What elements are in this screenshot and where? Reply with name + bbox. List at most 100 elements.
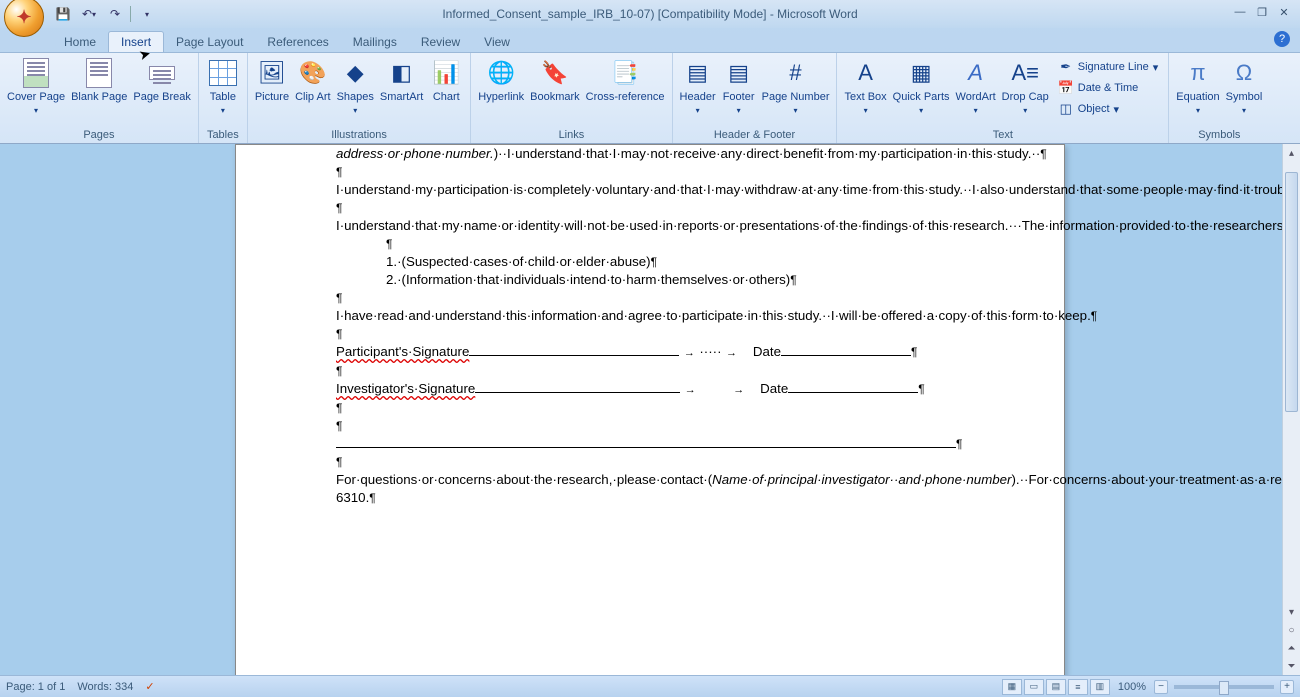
tab-review[interactable]: Review xyxy=(409,32,472,52)
web-layout-view-icon[interactable]: ▤ xyxy=(1046,679,1066,695)
document-area: address·or·phone·number.)··I·understand·… xyxy=(0,144,1300,675)
header-icon: ▤ xyxy=(682,57,714,89)
doc-line-3: I·understand·that·my·name·or·identity·wi… xyxy=(336,218,1282,233)
sig-date-2: Date xyxy=(760,381,788,396)
save-icon[interactable]: 💾 xyxy=(52,3,74,25)
date-time-button[interactable]: 📅Date & Time xyxy=(1054,78,1162,98)
print-layout-view-icon[interactable]: ▦ xyxy=(1002,679,1022,695)
page-break-button[interactable]: Page Break xyxy=(130,55,193,105)
doc-list-2: 2.·(Information·that·individuals·intend·… xyxy=(386,272,790,287)
minimize-button[interactable]: — xyxy=(1230,4,1250,20)
select-browse-icon[interactable]: ○ xyxy=(1288,621,1296,639)
proofing-icon[interactable]: ✓ xyxy=(145,680,154,693)
object-button[interactable]: ◫Object ▾ xyxy=(1054,99,1162,119)
office-logo-icon: ✦ xyxy=(16,7,31,28)
hyperlink-button[interactable]: 🌐Hyperlink xyxy=(475,55,527,105)
doc-line-1a: address·or·phone·number. xyxy=(336,146,494,161)
quick-parts-button[interactable]: ▦Quick Parts xyxy=(890,55,953,119)
symbol-button[interactable]: ΩSymbol xyxy=(1223,55,1266,119)
cover-page-button[interactable]: Cover Page xyxy=(4,55,68,119)
page[interactable]: address·or·phone·number.)··I·understand·… xyxy=(235,144,1065,675)
undo-icon[interactable]: ↶▾ xyxy=(78,3,100,25)
smartart-button[interactable]: ◧SmartArt xyxy=(377,55,426,105)
tab-references[interactable]: References xyxy=(255,32,340,52)
header-button[interactable]: ▤Header xyxy=(677,55,719,119)
clip-art-icon: 🎨 xyxy=(297,57,329,89)
vertical-scrollbar[interactable]: ▴ ▾ ○ ⏶ ⏷ xyxy=(1282,144,1300,675)
qat-customize-icon[interactable] xyxy=(135,3,157,25)
tab-home[interactable]: Home xyxy=(52,32,108,52)
group-label-tables: Tables xyxy=(203,127,243,143)
document-scroll[interactable]: address·or·phone·number.)··I·understand·… xyxy=(0,144,1282,675)
group-tables: Table Tables xyxy=(199,53,248,143)
scroll-down-icon[interactable]: ▾ xyxy=(1283,603,1300,621)
bookmark-button[interactable]: 🔖Bookmark xyxy=(527,55,583,105)
drop-cap-button[interactable]: A≡Drop Cap xyxy=(999,55,1052,119)
page-number-button[interactable]: #Page Number xyxy=(759,55,833,119)
signature-line-button[interactable]: ✒Signature Line ▾ xyxy=(1054,57,1162,77)
group-symbols: πEquation ΩSymbol Symbols xyxy=(1169,53,1269,143)
qat-separator xyxy=(130,6,131,22)
sig-date-1: Date xyxy=(753,344,781,359)
zoom-level[interactable]: 100% xyxy=(1118,681,1146,693)
table-button[interactable]: Table xyxy=(203,55,243,119)
help-icon[interactable]: ? xyxy=(1274,31,1290,47)
wordart-button[interactable]: AWordArt xyxy=(953,55,999,119)
group-text: AText Box ▦Quick Parts AWordArt A≡Drop C… xyxy=(837,53,1169,143)
picture-button[interactable]: 🖼Picture xyxy=(252,55,292,105)
equation-icon: π xyxy=(1182,57,1214,89)
group-links: 🌐Hyperlink 🔖Bookmark 📑Cross-reference Li… xyxy=(471,53,672,143)
zoom-slider[interactable] xyxy=(1174,685,1274,689)
text-box-button[interactable]: AText Box xyxy=(841,55,889,119)
tab-page-layout[interactable]: Page Layout xyxy=(164,32,255,52)
window-title: Informed_Consent_sample_IRB_10-07) [Comp… xyxy=(0,7,1300,21)
blank-page-button[interactable]: Blank Page xyxy=(68,55,130,105)
ribbon-tabs: Home Insert Page Layout References Maili… xyxy=(0,28,1300,52)
smartart-icon: ◧ xyxy=(386,57,418,89)
chart-button[interactable]: 📊Chart xyxy=(426,55,466,105)
tab-view[interactable]: View xyxy=(472,32,522,52)
prev-page-icon[interactable]: ⏶ xyxy=(1288,639,1296,657)
cover-page-icon xyxy=(20,57,52,89)
group-illustrations: 🖼Picture 🎨Clip Art ◆Shapes ◧SmartArt 📊Ch… xyxy=(248,53,471,143)
next-page-icon[interactable]: ⏷ xyxy=(1288,657,1296,675)
group-label-headerfooter: Header & Footer xyxy=(677,127,833,143)
status-words[interactable]: Words: 334 xyxy=(77,681,133,693)
status-bar: Page: 1 of 1 Words: 334 ✓ ▦ ▭ ▤ ≡ ▥ 100%… xyxy=(0,675,1300,697)
cross-reference-button[interactable]: 📑Cross-reference xyxy=(583,55,668,105)
page-content[interactable]: address·or·phone·number.)··I·understand·… xyxy=(236,145,1064,507)
doc-list-1: 1.·(Suspected·cases·of·child·or·elder·ab… xyxy=(386,254,651,269)
blank-page-icon xyxy=(83,57,115,89)
equation-button[interactable]: πEquation xyxy=(1173,55,1222,119)
chart-icon: 📊 xyxy=(430,57,462,89)
shapes-button[interactable]: ◆Shapes xyxy=(334,55,377,119)
footer-button[interactable]: ▤Footer xyxy=(719,55,759,119)
outline-view-icon[interactable]: ≡ xyxy=(1068,679,1088,695)
scroll-thumb[interactable] xyxy=(1285,172,1298,412)
drop-cap-icon: A≡ xyxy=(1009,57,1041,89)
page-number-icon: # xyxy=(780,57,812,89)
redo-icon[interactable]: ↷ xyxy=(104,3,126,25)
group-header-footer: ▤Header ▤Footer #Page Number Header & Fo… xyxy=(673,53,838,143)
scroll-up-icon[interactable]: ▴ xyxy=(1283,144,1300,162)
draft-view-icon[interactable]: ▥ xyxy=(1090,679,1110,695)
zoom-out-button[interactable]: − xyxy=(1154,680,1168,694)
clip-art-button[interactable]: 🎨Clip Art xyxy=(292,55,333,105)
footer-icon: ▤ xyxy=(723,57,755,89)
full-screen-view-icon[interactable]: ▭ xyxy=(1024,679,1044,695)
date-time-icon: 📅 xyxy=(1058,80,1074,96)
doc-line-5b: Name·of·principal·investigator··and·phon… xyxy=(712,472,1011,487)
object-icon: ◫ xyxy=(1058,101,1074,117)
scroll-track[interactable] xyxy=(1283,162,1300,603)
sig-participant: Participant's·Signature xyxy=(336,344,469,359)
restore-button[interactable]: ❐ xyxy=(1252,4,1272,20)
tab-mailings[interactable]: Mailings xyxy=(341,32,409,52)
close-button[interactable]: ✕ xyxy=(1274,4,1294,20)
shapes-icon: ◆ xyxy=(339,57,371,89)
zoom-in-button[interactable]: + xyxy=(1280,680,1294,694)
wordart-icon: A xyxy=(960,57,992,89)
text-box-icon: A xyxy=(850,57,882,89)
tab-insert[interactable]: Insert xyxy=(108,31,164,52)
group-label-symbols: Symbols xyxy=(1173,127,1265,143)
status-page[interactable]: Page: 1 of 1 xyxy=(6,681,65,693)
